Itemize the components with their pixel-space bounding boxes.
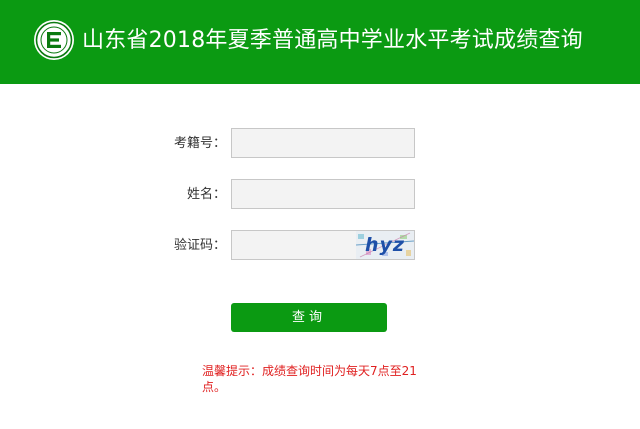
name-input[interactable] bbox=[231, 179, 415, 209]
query-button[interactable]: 查询 bbox=[231, 303, 387, 332]
education-seal-icon bbox=[34, 20, 74, 60]
page-header: 山东省2018年夏季普通高中学业水平考试成绩查询 bbox=[0, 0, 640, 84]
exam-number-row: 考籍号： bbox=[0, 128, 640, 160]
exam-number-input[interactable] bbox=[231, 128, 415, 158]
exam-number-label: 考籍号： bbox=[173, 136, 226, 151]
notice-tip: 温馨提示：成绩查询时间为每天7点至21点。 bbox=[202, 364, 417, 394]
name-label: 姓名： bbox=[186, 187, 226, 202]
page-title: 山东省2018年夏季普通高中学业水平考试成绩查询 bbox=[82, 28, 583, 53]
captcha-label: 验证码： bbox=[173, 238, 226, 253]
captcha-text: hyz bbox=[365, 234, 405, 256]
captcha-row: 验证码： hyz bbox=[0, 230, 640, 262]
name-row: 姓名： bbox=[0, 179, 640, 211]
captcha-image[interactable]: hyz bbox=[356, 231, 414, 259]
